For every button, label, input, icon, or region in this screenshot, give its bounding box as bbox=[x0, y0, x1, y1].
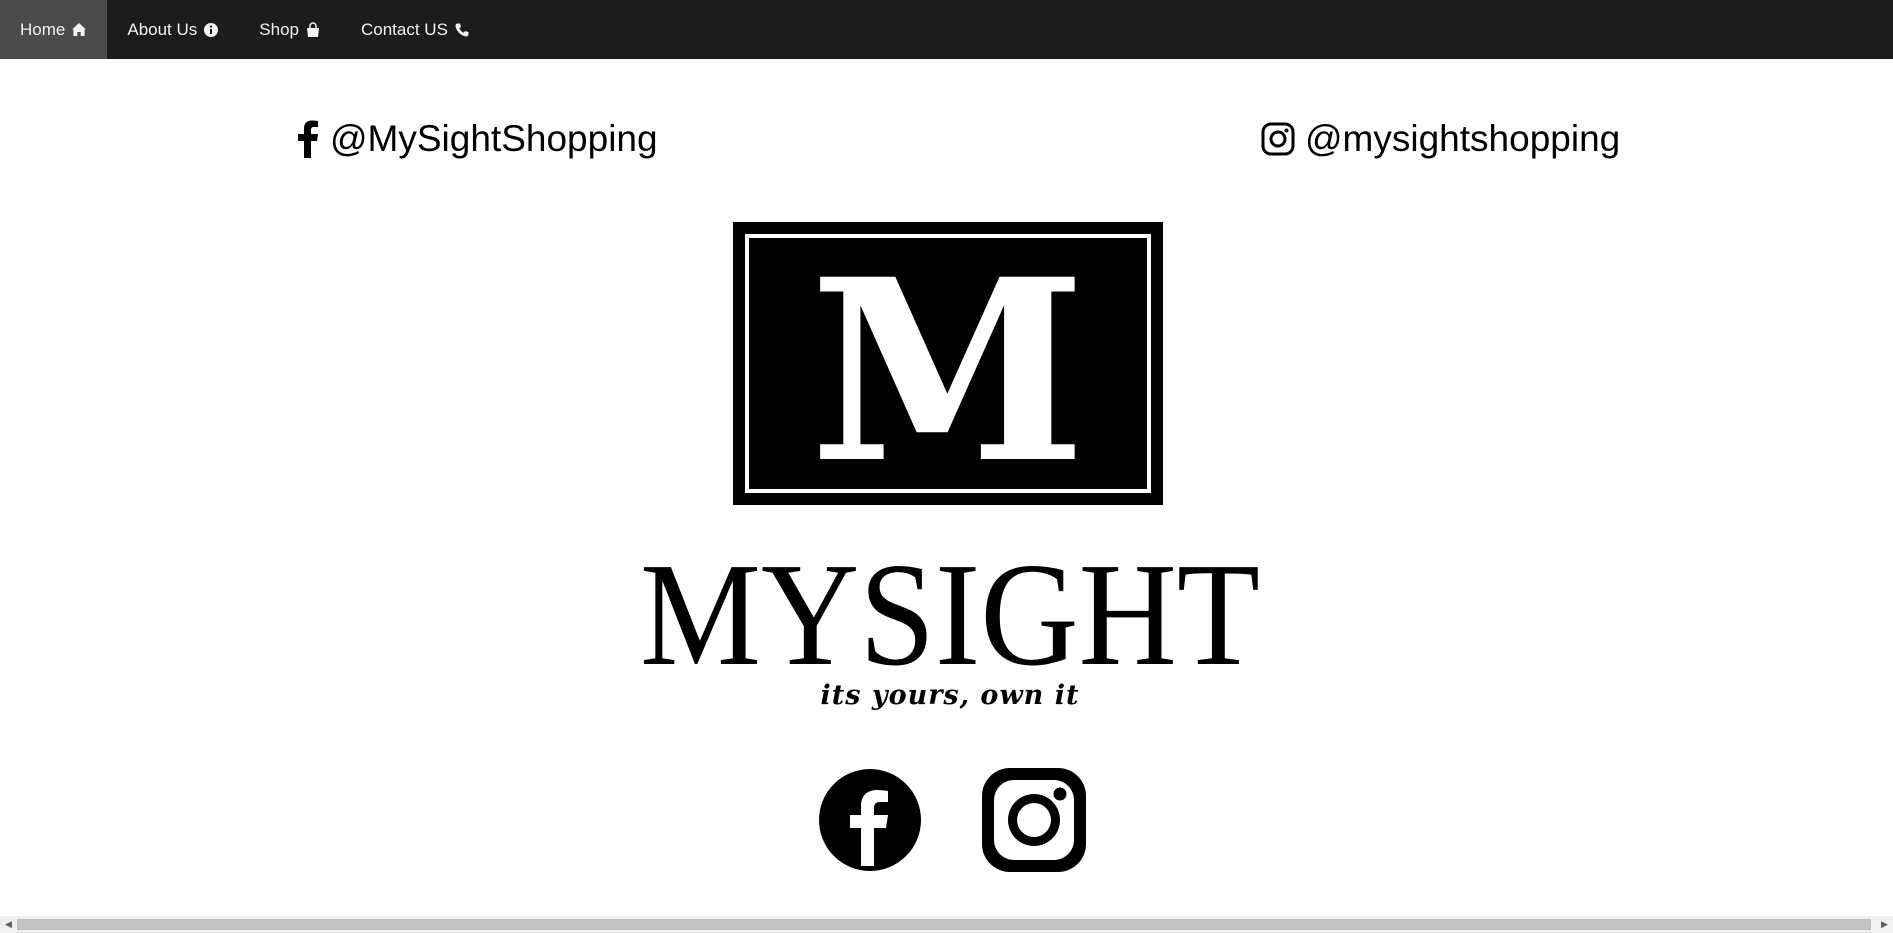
svg-text:M: M bbox=[810, 224, 1087, 505]
nav-contact-us-label: Contact US bbox=[361, 19, 448, 39]
info-icon bbox=[204, 22, 219, 37]
facebook-icon bbox=[296, 120, 320, 158]
nav-shop-label: Shop bbox=[259, 19, 299, 39]
facebook-icon[interactable] bbox=[818, 768, 922, 872]
scroll-left-arrow-icon[interactable]: ◀ bbox=[0, 916, 17, 933]
phone-icon bbox=[455, 23, 469, 36]
home-icon bbox=[72, 22, 87, 36]
facebook-handle-link[interactable]: @MySightShopping bbox=[296, 112, 658, 166]
horizontal-scrollbar[interactable]: ◀ ▶ bbox=[0, 916, 1893, 933]
instagram-icon[interactable] bbox=[982, 768, 1086, 872]
instagram-icon bbox=[1261, 122, 1295, 156]
facebook-handle-text: @MySightShopping bbox=[330, 118, 658, 159]
nav-shop[interactable]: Shop bbox=[239, 0, 341, 59]
scroll-right-arrow-icon[interactable]: ▶ bbox=[1876, 916, 1893, 933]
nav-home[interactable]: Home bbox=[0, 0, 108, 59]
svg-text:MYSIGHT: MYSIGHT bbox=[640, 556, 1260, 676]
monogram-logo: M bbox=[733, 222, 1163, 505]
nav-home-label: Home bbox=[20, 19, 66, 39]
nav-about-us-label: About Us bbox=[127, 19, 198, 39]
brand-tagline: its yours, own it bbox=[820, 680, 1080, 711]
top-navigation-bar: Home About Us Shop Contact US bbox=[0, 0, 1893, 59]
scrollbar-thumb[interactable] bbox=[17, 919, 1871, 930]
nav-about-us[interactable]: About Us bbox=[107, 0, 239, 59]
instagram-handle-text: @mysightshopping bbox=[1305, 118, 1621, 159]
instagram-handle-link[interactable]: @mysightshopping bbox=[1261, 112, 1620, 166]
brand-wordmark: MYSIGHT bbox=[630, 556, 1270, 676]
nav-contact-us[interactable]: Contact US bbox=[341, 0, 490, 59]
shopping-bag-icon bbox=[307, 21, 319, 37]
